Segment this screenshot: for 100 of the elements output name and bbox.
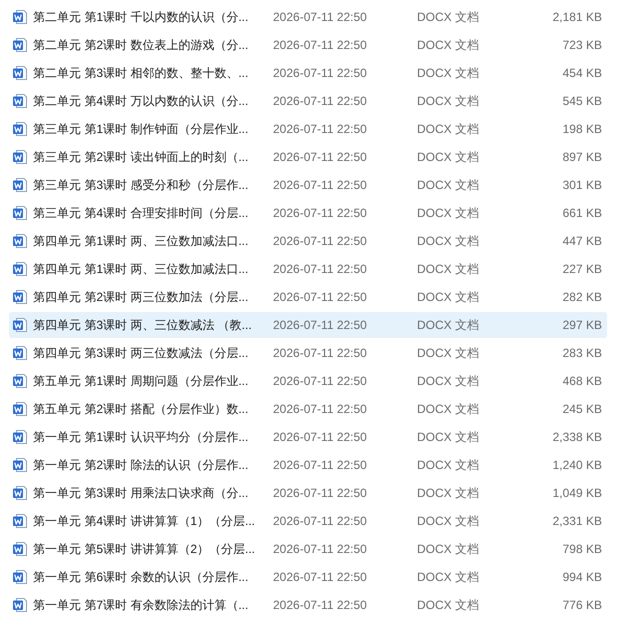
document-icon [12, 541, 28, 557]
file-row[interactable]: 第四单元 第1课时 两、三位数加减法口... 2026-07-11 22:50 DOCX 文档 447 KB [9, 228, 607, 254]
file-name: 第四单元 第3课时 两、三位数减法 （教... [33, 316, 252, 334]
file-row[interactable]: 第五单元 第2课时 搭配（分层作业）数... 2026-07-11 22:50 DOCX 文档 245 KB [9, 396, 607, 422]
file-size: 301 KB [562, 178, 602, 192]
modified-date: 2026-07-11 22:50 [273, 318, 367, 332]
document-icon [12, 513, 28, 529]
file-type: DOCX 文档 [417, 36, 480, 54]
file-row[interactable]: 第一单元 第7课时 有余数除法的计算（... 2026-07-11 22:50 DOCX 文档 776 KB [9, 592, 607, 618]
file-row[interactable]: 第五单元 第1课时 周期问题（分层作业... 2026-07-11 22:50 DOCX 文档 468 KB [9, 368, 607, 394]
file-row[interactable]: 第三单元 第4课时 合理安排时间（分层... 2026-07-11 22:50 DOCX 文档 661 KB [9, 200, 607, 226]
modified-date: 2026-07-11 22:50 [273, 458, 367, 472]
file-type: DOCX 文档 [417, 64, 480, 82]
document-icon [12, 177, 28, 193]
file-type: DOCX 文档 [417, 568, 480, 586]
file-type: DOCX 文档 [417, 484, 480, 502]
file-row[interactable]: 第三单元 第2课时 读出钟面上的时刻（... 2026-07-11 22:50 DOCX 文档 897 KB [9, 144, 607, 170]
document-icon [12, 233, 28, 249]
modified-date: 2026-07-11 22:50 [273, 346, 367, 360]
file-row[interactable]: 第四单元 第3课时 两三位数减法（分层... 2026-07-11 22:50 DOCX 文档 283 KB [9, 340, 607, 366]
file-size: 447 KB [562, 234, 602, 248]
file-row[interactable]: 第一单元 第3课时 用乘法口诀求商（分... 2026-07-11 22:50 DOCX 文档 1,049 KB [9, 480, 607, 506]
document-icon [12, 597, 28, 613]
file-name: 第一单元 第3课时 用乘法口诀求商（分... [33, 484, 248, 502]
modified-date: 2026-07-11 22:50 [273, 598, 367, 612]
file-row[interactable]: 第一单元 第4课时 讲讲算算（1）（分层... 2026-07-11 22:50 DOCX 文档 2,331 KB [9, 508, 607, 534]
document-icon [12, 65, 28, 81]
file-size: 2,181 KB [552, 10, 602, 24]
file-name: 第三单元 第4课时 合理安排时间（分层... [33, 204, 248, 222]
document-icon [12, 569, 28, 585]
file-name: 第三单元 第1课时 制作钟面（分层作业... [33, 120, 248, 138]
file-name: 第一单元 第4课时 讲讲算算（1）（分层... [33, 512, 256, 530]
document-icon [12, 429, 28, 445]
modified-date: 2026-07-11 22:50 [273, 94, 367, 108]
file-size: 227 KB [562, 262, 602, 276]
document-icon [12, 261, 28, 277]
file-row[interactable]: 第二单元 第3课时 相邻的数、整十数、... 2026-07-11 22:50 DOCX 文档 454 KB [9, 60, 607, 86]
file-type: DOCX 文档 [417, 120, 480, 138]
file-size: 2,338 KB [552, 430, 602, 444]
file-size: 297 KB [562, 318, 602, 332]
file-row[interactable]: 第一单元 第1课时 认识平均分（分层作... 2026-07-11 22:50 DOCX 文档 2,338 KB [9, 424, 607, 450]
file-size: 723 KB [562, 38, 602, 52]
file-name: 第四单元 第1课时 两、三位数加减法口... [33, 232, 248, 250]
file-type: DOCX 文档 [417, 288, 480, 306]
file-name: 第一单元 第1课时 认识平均分（分层作... [33, 428, 248, 446]
file-type: DOCX 文档 [417, 204, 480, 222]
file-type: DOCX 文档 [417, 372, 480, 390]
file-type: DOCX 文档 [417, 540, 480, 558]
file-row[interactable]: 第二单元 第2课时 数位表上的游戏（分... 2026-07-11 22:50 DOCX 文档 723 KB [9, 32, 607, 58]
document-icon [12, 485, 28, 501]
document-icon [12, 345, 28, 361]
file-row[interactable]: 第四单元 第1课时 两、三位数加减法口... 2026-07-11 22:50 DOCX 文档 227 KB [9, 256, 607, 282]
file-size: 1,049 KB [552, 486, 602, 500]
modified-date: 2026-07-11 22:50 [273, 150, 367, 164]
modified-date: 2026-07-11 22:50 [273, 542, 367, 556]
file-type: DOCX 文档 [417, 400, 480, 418]
file-name: 第五单元 第1课时 周期问题（分层作业... [33, 372, 248, 390]
file-name: 第三单元 第3课时 感受分和秒（分层作... [33, 176, 248, 194]
file-row[interactable]: 第一单元 第6课时 余数的认识（分层作... 2026-07-11 22:50 DOCX 文档 994 KB [9, 564, 607, 590]
file-size: 798 KB [562, 542, 602, 556]
file-name: 第一单元 第7课时 有余数除法的计算（... [33, 596, 248, 614]
file-name: 第二单元 第1课时 千以内数的认识（分... [33, 8, 248, 26]
file-type: DOCX 文档 [417, 316, 480, 334]
file-type: DOCX 文档 [417, 148, 480, 166]
file-name: 第一单元 第5课时 讲讲算算（2）（分层... [33, 540, 256, 558]
modified-date: 2026-07-11 22:50 [273, 38, 367, 52]
file-type: DOCX 文档 [417, 232, 480, 250]
modified-date: 2026-07-11 22:50 [273, 430, 367, 444]
file-row[interactable]: 第四单元 第3课时 两、三位数减法 （教... 2026-07-11 22:50 DOCX 文档 297 KB [9, 312, 607, 338]
file-size: 661 KB [562, 206, 602, 220]
file-size: 198 KB [562, 122, 602, 136]
file-row[interactable]: 第二单元 第1课时 千以内数的认识（分... 2026-07-11 22:50 DOCX 文档 2,181 KB [9, 4, 607, 30]
file-row[interactable]: 第三单元 第3课时 感受分和秒（分层作... 2026-07-11 22:50 DOCX 文档 301 KB [9, 172, 607, 198]
document-icon [12, 149, 28, 165]
modified-date: 2026-07-11 22:50 [273, 374, 367, 388]
modified-date: 2026-07-11 22:50 [273, 514, 367, 528]
modified-date: 2026-07-11 22:50 [273, 234, 367, 248]
document-icon [12, 373, 28, 389]
file-size: 776 KB [562, 598, 602, 612]
modified-date: 2026-07-11 22:50 [273, 122, 367, 136]
modified-date: 2026-07-11 22:50 [273, 486, 367, 500]
file-name: 第一单元 第2课时 除法的认识（分层作... [33, 456, 248, 474]
modified-date: 2026-07-11 22:50 [273, 178, 367, 192]
file-row[interactable]: 第四单元 第2课时 两三位数加法（分层... 2026-07-11 22:50 DOCX 文档 282 KB [9, 284, 607, 310]
modified-date: 2026-07-11 22:50 [273, 10, 367, 24]
file-size: 994 KB [562, 570, 602, 584]
file-size: 245 KB [562, 402, 602, 416]
modified-date: 2026-07-11 22:50 [273, 206, 367, 220]
file-size: 545 KB [562, 94, 602, 108]
document-icon [12, 37, 28, 53]
file-row[interactable]: 第三单元 第1课时 制作钟面（分层作业... 2026-07-11 22:50 DOCX 文档 198 KB [9, 116, 607, 142]
file-row[interactable]: 第一单元 第5课时 讲讲算算（2）（分层... 2026-07-11 22:50 DOCX 文档 798 KB [9, 536, 607, 562]
document-icon [12, 401, 28, 417]
file-name: 第四单元 第2课时 两三位数加法（分层... [33, 288, 248, 306]
modified-date: 2026-07-11 22:50 [273, 262, 367, 276]
file-name: 第二单元 第3课时 相邻的数、整十数、... [33, 64, 248, 82]
file-name: 第二单元 第4课时 万以内数的认识（分... [33, 92, 248, 110]
file-row[interactable]: 第一单元 第2课时 除法的认识（分层作... 2026-07-11 22:50 DOCX 文档 1,240 KB [9, 452, 607, 478]
file-size: 282 KB [562, 290, 602, 304]
file-row[interactable]: 第二单元 第4课时 万以内数的认识（分... 2026-07-11 22:50 DOCX 文档 545 KB [9, 88, 607, 114]
